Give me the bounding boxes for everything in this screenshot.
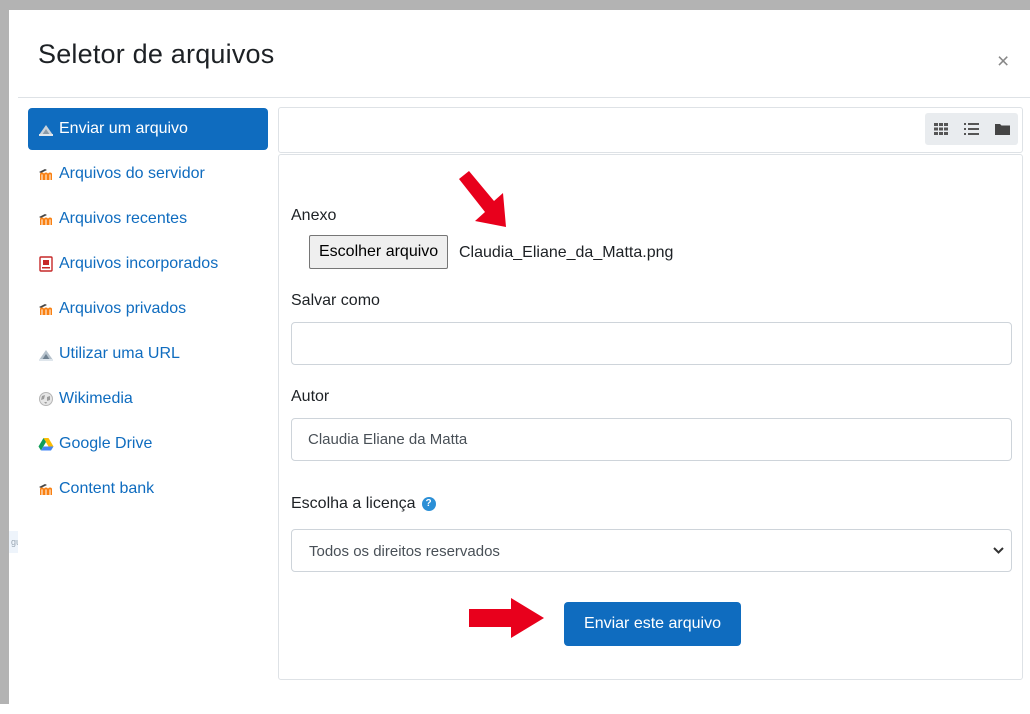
moodle-logo-icon	[38, 481, 54, 497]
author-label: Autor	[291, 388, 330, 405]
attachment-label: Anexo	[291, 207, 337, 224]
google-drive-icon	[38, 436, 54, 452]
sidebar-item-label: Enviar um arquivo	[59, 120, 188, 137]
choose-file-button[interactable]: Escolher arquivo	[309, 235, 449, 269]
upload-submit-button[interactable]: Enviar este arquivo	[564, 602, 741, 646]
upload-form-panel: Anexo Escolher arquivo Claudia_Eliane_da…	[278, 154, 1023, 680]
file-picker-dialog: Seletor de arquivos × Enviar um arquivo …	[18, 14, 1030, 714]
sidebar-item-url[interactable]: Utilizar uma URL	[28, 333, 268, 375]
author-input[interactable]	[291, 418, 1012, 461]
sidebar-item-label: Content bank	[59, 480, 155, 497]
background-top-edge	[0, 0, 1030, 10]
annotation-arrow-down-icon	[459, 171, 506, 227]
sidebar-item-server-files[interactable]: Arquivos do servidor	[28, 153, 268, 195]
header-divider	[18, 97, 1030, 98]
sidebar-item-wikimedia[interactable]: Wikimedia	[28, 378, 268, 420]
repository-sidebar: Enviar um arquivo Arquivos do servidor A…	[28, 108, 268, 513]
sidebar-item-label: Google Drive	[59, 435, 153, 452]
sidebar-item-embedded-files[interactable]: Arquivos incorporados	[28, 243, 268, 285]
sidebar-item-recent-files[interactable]: Arquivos recentes	[28, 198, 268, 240]
annotation-arrow-right-icon	[469, 598, 544, 638]
moodle-logo-icon	[38, 301, 54, 317]
folder-view-icon[interactable]	[987, 113, 1018, 145]
selected-file-name: Claudia_Eliane_da_Matta.png	[459, 244, 674, 261]
sidebar-item-label: Utilizar uma URL	[59, 345, 180, 362]
upload-icon	[38, 121, 54, 137]
embedded-files-icon	[38, 256, 54, 272]
view-switcher	[925, 113, 1018, 145]
close-icon[interactable]: ×	[997, 50, 1009, 74]
sidebar-item-content-bank[interactable]: Content bank	[28, 468, 268, 510]
background-left-edge	[0, 0, 9, 704]
sidebar-item-label: Arquivos incorporados	[59, 255, 219, 272]
moodle-logo-icon	[38, 166, 54, 182]
chevron-down-icon	[993, 543, 1004, 561]
sidebar-item-private-files[interactable]: Arquivos privados	[28, 288, 268, 330]
save-as-label: Salvar como	[291, 292, 380, 309]
sidebar-item-label: Arquivos recentes	[59, 210, 188, 227]
sidebar-item-upload[interactable]: Enviar um arquivo	[28, 108, 268, 150]
license-selected-value: Todos os direitos reservados	[309, 543, 500, 560]
license-select[interactable]: Todos os direitos reservados	[291, 529, 1012, 572]
list-view-icon[interactable]	[956, 113, 987, 145]
sidebar-item-label: Arquivos do servidor	[59, 165, 205, 182]
url-icon	[38, 346, 54, 362]
sidebar-item-label: Wikimedia	[59, 390, 133, 407]
license-label: Escolha a licença	[291, 495, 416, 512]
license-label-row: Escolha a licença?	[291, 495, 436, 513]
save-as-input[interactable]	[291, 322, 1012, 365]
help-icon[interactable]: ?	[421, 496, 436, 511]
file-picker-toolbar	[278, 107, 1023, 153]
dialog-title: Seletor de arquivos	[38, 39, 275, 69]
grid-view-icon[interactable]	[925, 113, 956, 145]
sidebar-item-google-drive[interactable]: Google Drive	[28, 423, 268, 465]
moodle-logo-icon	[38, 211, 54, 227]
wikimedia-globe-icon	[38, 391, 54, 407]
sidebar-item-label: Arquivos privados	[59, 300, 187, 317]
